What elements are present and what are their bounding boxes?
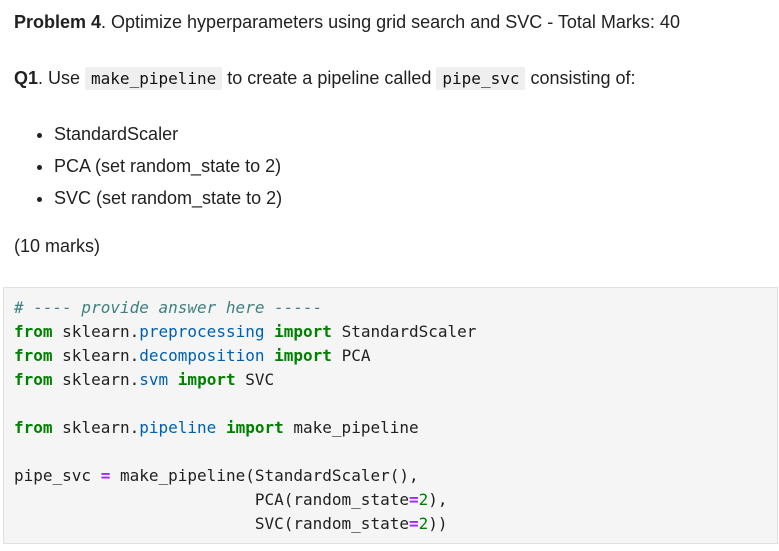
code-token: . — [129, 322, 140, 341]
number-literal: 2 — [418, 514, 429, 533]
question-label: Q1 — [14, 68, 39, 88]
keyword-import: import — [274, 322, 332, 341]
number-literal: 2 — [418, 490, 429, 509]
inline-code-pipe-svc: pipe_svc — [436, 67, 526, 90]
list-item: StandardScaler — [54, 118, 282, 150]
keyword-import: import — [274, 346, 332, 365]
code-token: PCA — [341, 346, 371, 365]
code-token: , — [437, 490, 448, 509]
code-token: make_pipeline — [293, 418, 419, 437]
question-text-part: to create a pipeline called — [222, 68, 437, 88]
keyword-from: from — [14, 370, 53, 389]
code-token: ) — [428, 514, 438, 533]
code-token: make_pipeline — [119, 466, 246, 485]
code-token: ( — [283, 490, 294, 509]
code-token: . — [129, 418, 140, 437]
code-token: SVC — [245, 370, 275, 389]
code-token: . — [129, 346, 140, 365]
code-token: random_state — [293, 514, 409, 533]
keyword-import: import — [177, 370, 236, 389]
keyword-from: from — [14, 322, 53, 341]
problem-label: Problem 4 — [14, 12, 102, 32]
code-token: ( — [245, 466, 255, 485]
code-token: sklearn — [62, 322, 130, 341]
question-text: Q1. Use make_pipeline to create a pipeli… — [14, 66, 636, 91]
question-text-part: consisting of: — [525, 68, 636, 88]
marks-text: (10 marks) — [14, 236, 101, 256]
list-item: PCA (set random_state to 2) — [54, 150, 282, 182]
keyword-from: from — [14, 346, 53, 365]
requirements-list: StandardScaler PCA (set random_state to … — [34, 118, 282, 214]
module-name: svm — [139, 370, 169, 389]
code-token: StandardScaler() — [254, 466, 409, 485]
operator-equals: = — [408, 514, 419, 533]
code-token: sklearn — [62, 418, 130, 437]
code-token: . — [129, 370, 140, 389]
code-cell[interactable]: # ---- provide answer here ----- from sk… — [3, 287, 778, 544]
module-name: preprocessing — [139, 322, 265, 341]
code-token: StandardScaler — [341, 322, 477, 341]
keyword-from: from — [14, 418, 53, 437]
problem-text: . Optimize hyperparameters using grid se… — [101, 12, 680, 32]
code-editor[interactable]: # ---- provide answer here ----- from sk… — [14, 296, 476, 536]
code-token: pipe_svc — [14, 466, 92, 485]
code-token: random_state — [293, 490, 409, 509]
code-token: sklearn — [62, 346, 130, 365]
problem-heading: Problem 4. Optimize hyperparameters usin… — [14, 10, 680, 34]
question-text-part: . Use — [38, 68, 86, 88]
code-token: PCA — [254, 490, 284, 509]
code-token: ) — [437, 514, 448, 533]
code-token: SVC — [254, 514, 284, 533]
keyword-import: import — [225, 418, 284, 437]
operator-assign: = — [100, 466, 111, 485]
code-token: ) — [428, 490, 438, 509]
code-token: ( — [283, 514, 294, 533]
list-item: SVC (set random_state to 2) — [54, 182, 282, 214]
operator-equals: = — [408, 490, 419, 509]
module-name: decomposition — [139, 346, 265, 365]
code-comment: # ---- provide answer here ----- — [14, 298, 323, 317]
inline-code-make-pipeline: make_pipeline — [85, 67, 223, 90]
code-token: sklearn — [62, 370, 130, 389]
module-name: pipeline — [139, 418, 217, 437]
code-token: , — [408, 466, 419, 485]
